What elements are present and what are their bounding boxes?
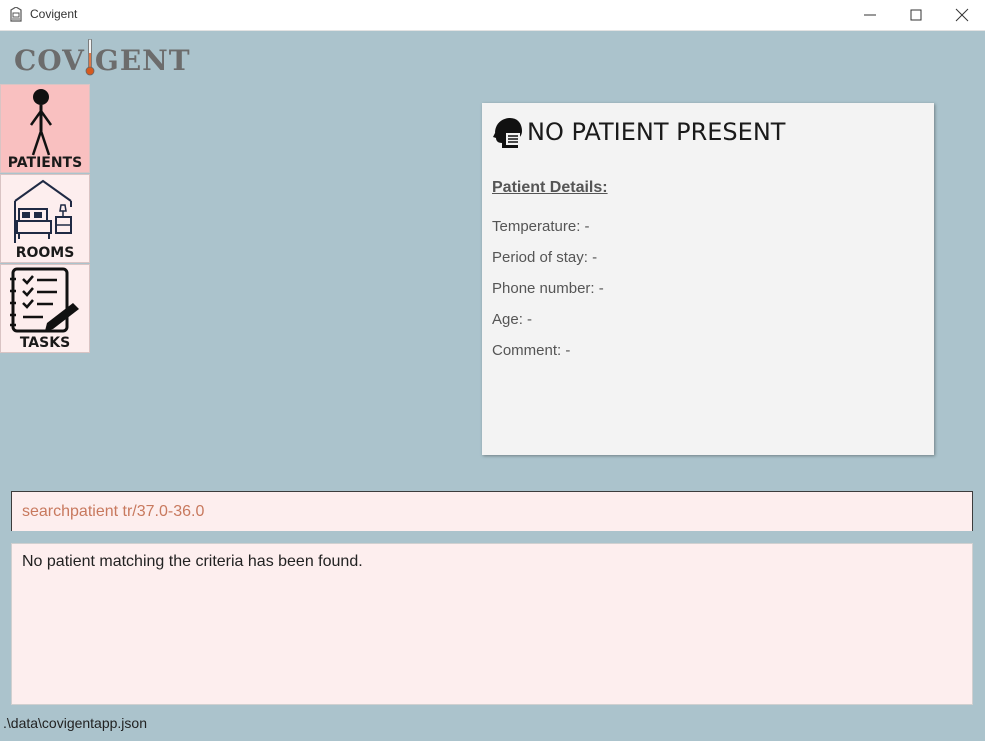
nav-rooms-label: ROOMS [15,245,75,261]
field-value: - [565,342,571,359]
field-period-of-stay: Period of stay: - [492,249,597,266]
logo-text-right: GENT [94,44,191,77]
nav-tasks[interactable]: TASKS [0,264,90,353]
patient-card-title: NO PATIENT PRESENT [527,118,786,146]
title-bar: Covigent [0,0,985,31]
field-value: - [527,311,533,328]
field-value: - [592,249,598,266]
result-message: No patient matching the criteria has bee… [22,553,363,570]
field-comment: Comment: - [492,342,570,359]
app-icon [10,7,22,22]
field-phone-number: Phone number: - [492,280,604,297]
nav-rooms[interactable]: ROOMS [0,174,90,263]
app-logo: COV GENT [14,38,194,80]
logo-text-left: COV [14,44,85,77]
status-bar-path: .\data\covigentapp.json [3,715,147,731]
checklist-icon [10,267,79,333]
field-value: - [584,218,590,235]
minimize-icon [864,14,876,16]
close-button[interactable] [939,0,985,30]
minimize-button[interactable] [847,0,893,30]
patient-details-heading: Patient Details: [492,179,608,196]
thermometer-icon [85,39,95,76]
command-box [11,491,973,531]
field-label: Temperature: [492,218,581,235]
field-temperature: Temperature: - [492,218,590,235]
maximize-button[interactable] [893,0,939,30]
patient-details-card: NO PATIENT PRESENT Patient Details: Temp… [482,103,934,455]
bedroom-icon [14,179,72,243]
nav-patients-label: PATIENTS [7,155,83,171]
field-label: Phone number: [492,280,595,297]
nav-tasks-label: TASKS [19,335,71,351]
field-label: Period of stay: [492,249,588,266]
patient-head-icon [493,118,522,148]
field-label: Age: [492,311,523,328]
person-icon [29,89,53,156]
close-icon [955,8,969,22]
field-value: - [598,280,604,297]
window-title: Covigent [30,7,78,21]
nav-patients[interactable]: PATIENTS [0,84,90,173]
field-label: Comment: [492,342,562,359]
result-display[interactable]: No patient matching the criteria has bee… [11,543,973,705]
command-input[interactable] [22,501,952,523]
field-age: Age: - [492,311,532,328]
maximize-icon [910,9,922,21]
